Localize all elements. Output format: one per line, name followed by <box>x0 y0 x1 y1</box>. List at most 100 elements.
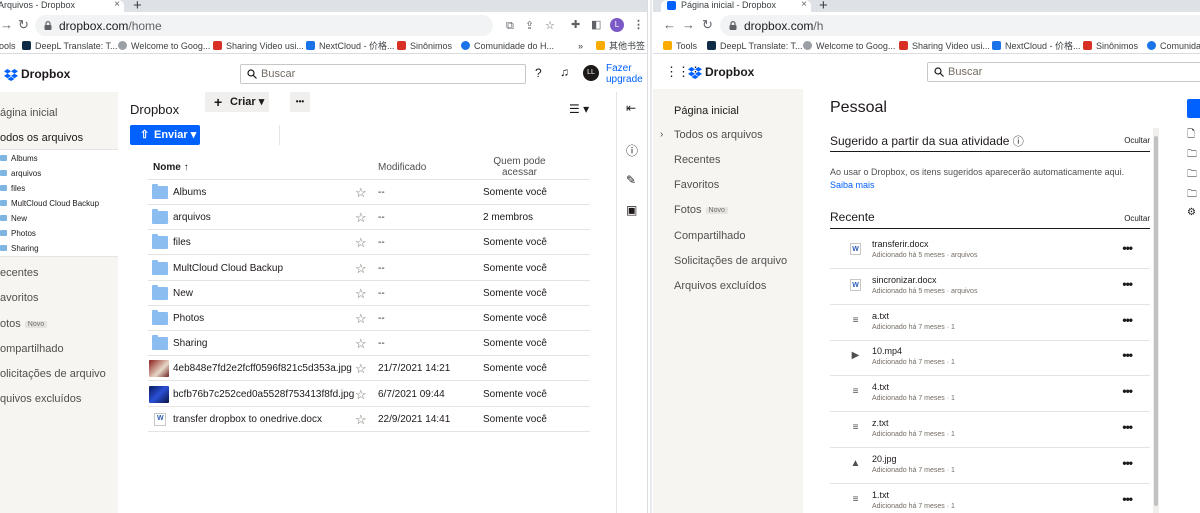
bell-icon[interactable]: ♫ <box>560 65 569 79</box>
close-icon[interactable]: × <box>801 0 807 10</box>
nav-shared[interactable]: ompartilhado <box>0 343 64 355</box>
bookmark-nextcloud[interactable]: NextCloud - 价格... <box>306 40 395 52</box>
bookmark-sinonimos[interactable]: Sinônimos <box>1083 40 1138 52</box>
bookmark-comunidade[interactable]: Comunidad <box>1147 40 1200 52</box>
file-row[interactable]: arquivos ☆ -- 2 membros <box>148 205 590 231</box>
nav-requests[interactable]: olicitações de arquivo <box>0 368 106 380</box>
new-folder-icon[interactable]: 🗀 <box>1187 167 1197 184</box>
more-options-icon[interactable]: ••• <box>1122 348 1133 362</box>
file-name[interactable]: New <box>173 288 193 299</box>
file-name[interactable]: MultCloud Cloud Backup <box>173 263 283 274</box>
profile-avatar[interactable]: L <box>610 18 624 32</box>
help-icon[interactable]: ? <box>535 66 542 80</box>
nav-starred[interactable]: Favoritos <box>674 179 719 191</box>
star-icon[interactable]: ☆ <box>355 361 367 377</box>
learn-more-link[interactable]: Saiba mais <box>830 180 875 190</box>
extensions-icon[interactable]: ✚ <box>571 19 580 31</box>
star-icon[interactable]: ☆ <box>355 412 367 428</box>
file-name[interactable]: Sharing <box>173 338 207 349</box>
folder-settings-icon[interactable]: ▣ <box>626 203 637 217</box>
search-input[interactable]: Buscar <box>927 62 1200 82</box>
nav-deleted[interactable]: quivos excluídos <box>0 393 81 405</box>
nav-home[interactable]: ágina inicial <box>0 107 57 119</box>
tree-item[interactable]: files <box>0 184 25 193</box>
star-icon[interactable]: ☆ <box>355 185 367 201</box>
recent-file-title[interactable]: 20.jpg <box>872 454 897 464</box>
bookmark-tools[interactable]: ools <box>0 40 16 52</box>
reload-icon[interactable]: ↻ <box>702 18 713 32</box>
pin-icon[interactable]: ✎ <box>626 173 636 187</box>
file-name[interactable]: arquivos <box>173 212 211 223</box>
view-toggle-icon[interactable]: ☰ ▾ <box>569 102 589 116</box>
nav-all-files[interactable]: odos os arquivos <box>0 132 83 144</box>
recent-file-row[interactable]: ≡ a.txt Adicionado há 7 meses · 1 ••• <box>830 305 1150 341</box>
star-icon[interactable]: ☆ <box>355 210 367 226</box>
bookmark-sinonimos[interactable]: Sinônimos <box>397 40 452 52</box>
bookmark-star-icon[interactable]: ☆ <box>545 20 555 32</box>
more-options-icon[interactable]: ••• <box>1122 492 1133 506</box>
star-icon[interactable]: ☆ <box>355 261 367 277</box>
recent-file-row[interactable]: ▶ 10.mp4 Adicionado há 7 meses · 1 ••• <box>830 340 1150 377</box>
recent-file-row[interactable]: ≡ z.txt Adicionado há 7 meses · 1 ••• <box>830 412 1150 448</box>
back-icon[interactable]: ← <box>663 18 676 32</box>
recent-file-row[interactable]: Wsincronizar.docx Adicionado há 5 meses ·… <box>830 269 1150 305</box>
forward-icon[interactable]: → <box>682 18 695 32</box>
info-icon[interactable]: ⓘ <box>626 142 638 159</box>
nav-home[interactable]: Página inicial <box>674 105 739 117</box>
recent-file-title[interactable]: transferir.docx <box>872 239 929 249</box>
close-icon[interactable]: × <box>114 0 120 10</box>
file-row[interactable]: transfer dropbox to onedrive.docx ☆ 22/9/2… <box>148 407 590 432</box>
forward-icon[interactable]: → <box>0 18 13 32</box>
more-options-icon[interactable]: ••• <box>1122 241 1133 255</box>
file-row[interactable]: Albums ☆ -- Somente você <box>148 180 590 205</box>
recent-file-row[interactable]: ≡ 1.txt Adicionado há 7 meses · 1 ••• <box>830 484 1150 513</box>
recent-file-title[interactable]: z.txt <box>872 418 889 428</box>
bookmark-google[interactable]: Welcome to Goog... <box>118 40 210 52</box>
share-icon[interactable]: ⇪ <box>525 20 534 32</box>
search-input[interactable]: Buscar <box>240 64 526 84</box>
address-bar[interactable]: dropbox.com/home ⧉ ⇪ ☆ <box>35 15 555 36</box>
more-options-icon[interactable]: ••• <box>1122 456 1133 470</box>
upload-file-icon[interactable]: 🗋 <box>1187 127 1195 144</box>
info-icon[interactable]: ⓘ <box>1013 136 1024 148</box>
nav-deleted[interactable]: Arquivos excluídos <box>674 280 766 292</box>
tree-item[interactable]: Albums <box>0 154 38 163</box>
nav-recents[interactable]: ecentes <box>0 267 39 279</box>
column-access[interactable]: Quem pode acessar <box>482 156 557 178</box>
reload-icon[interactable]: ↻ <box>18 18 29 32</box>
recent-file-title[interactable]: 1.txt <box>872 490 889 500</box>
file-row[interactable]: 4eb848e7fd2e2fcff0596f821c5d353a.jpg ☆ 21/… <box>148 356 590 382</box>
nav-photos[interactable]: otos Novo <box>0 318 48 330</box>
file-row[interactable]: New ☆ -- Somente você <box>148 281 590 306</box>
settings-icon[interactable]: ⚙ <box>1187 207 1196 218</box>
breadcrumb[interactable]: Dropbox <box>130 102 179 117</box>
more-options-icon[interactable]: ••• <box>1122 313 1133 327</box>
hide-suggested-button[interactable]: Ocultar <box>1124 136 1150 145</box>
create-button[interactable]: + Criar ▾ <box>205 92 269 112</box>
translate-icon[interactable]: ⧉ <box>506 20 514 32</box>
recent-file-title[interactable]: a.txt <box>872 311 889 321</box>
upgrade-link[interactable]: Fazer upgrade <box>606 63 643 85</box>
recent-file-row[interactable]: ▲ 20.jpg Adicionado há 7 meses · 1 ••• <box>830 448 1150 484</box>
nav-all-files[interactable]: Todos os arquivos <box>674 129 763 141</box>
tab-home[interactable]: Página inicial - Dropbox × <box>661 0 811 12</box>
more-actions-button[interactable]: ••• <box>290 92 310 112</box>
menu-kebab-icon[interactable]: ⋮ <box>633 19 644 31</box>
star-icon[interactable]: ☆ <box>355 387 367 403</box>
bookmark-comunidade[interactable]: Comunidade do H... <box>461 40 554 52</box>
column-modified[interactable]: Modificado <box>378 162 426 173</box>
nav-starred[interactable]: avoritos <box>0 292 39 304</box>
address-bar[interactable]: dropbox.com/h <box>720 15 1200 36</box>
file-row[interactable]: Sharing ☆ -- Somente você <box>148 331 590 357</box>
upload-folder-icon[interactable]: 🗀 <box>1187 147 1197 164</box>
tree-item[interactable]: MultCloud Cloud Backup <box>0 199 99 208</box>
upload-button[interactable]: ⇧ Enviar ▾ <box>130 125 200 145</box>
file-name[interactable]: files <box>173 237 191 248</box>
more-options-icon[interactable]: ••• <box>1122 277 1133 291</box>
file-name[interactable]: bcfb76b7c252ced0a5528f753413f8fd.jpg <box>173 389 354 400</box>
recent-file-row[interactable]: Wtransferir.docx Adicionado há 5 meses · … <box>830 233 1150 269</box>
bookmark-google[interactable]: Welcome to Goog... <box>803 40 895 52</box>
file-name[interactable]: transfer dropbox to onedrive.docx <box>173 414 322 425</box>
bookmark-nextcloud[interactable]: NextCloud - 价格... <box>992 40 1081 52</box>
sidepanel-icon[interactable]: ◧ <box>591 19 601 31</box>
